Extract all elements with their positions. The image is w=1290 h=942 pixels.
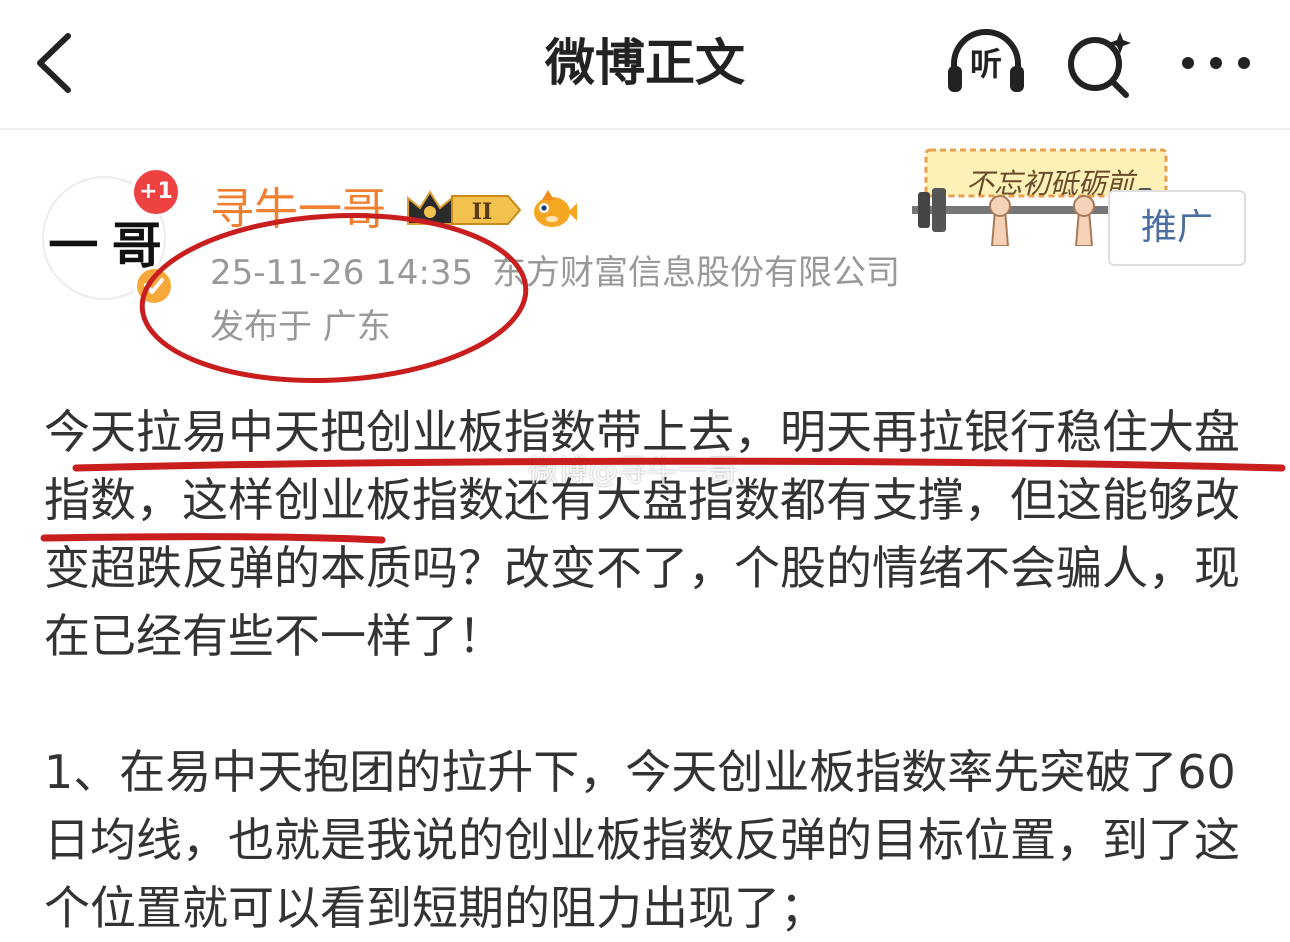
follow-count-badge: +1 [132, 168, 180, 216]
author-name[interactable]: 寻牛一哥 [210, 182, 386, 238]
crown-level-icon: II [407, 190, 522, 225]
search-sparkle-icon[interactable] [1064, 28, 1136, 100]
post-location: 发布于 广东 [210, 307, 391, 347]
post-timestamp: 25-11-26 14:35 [210, 253, 474, 293]
fish-emoji-icon [534, 190, 577, 227]
post-paragraph-2: 1、在易中天抱团的拉升下，今天创业板指数率先突破了60日均线，也就是我说的创业板… [44, 745, 1240, 935]
weibo-watermark: 微博@寻牛一哥 [528, 454, 738, 489]
listen-button[interactable]: 听 [944, 26, 1028, 98]
post-source[interactable]: 东方财富信息股份有限公司 [492, 250, 900, 296]
more-dots-icon[interactable] [1176, 40, 1256, 86]
promote-button[interactable]: 推广 [1108, 190, 1246, 266]
level-badge-text: II [472, 199, 493, 225]
listen-label: 听 [969, 45, 1002, 83]
verified-badge-icon [134, 266, 174, 306]
post-paragraph-1: 今天拉易中天把创业板指数带上去，明天再拉银行稳住大盘指数，这样创业板指数还有大盘… [44, 405, 1240, 663]
nav-bar: 微博正文 听 [0, 0, 1290, 130]
